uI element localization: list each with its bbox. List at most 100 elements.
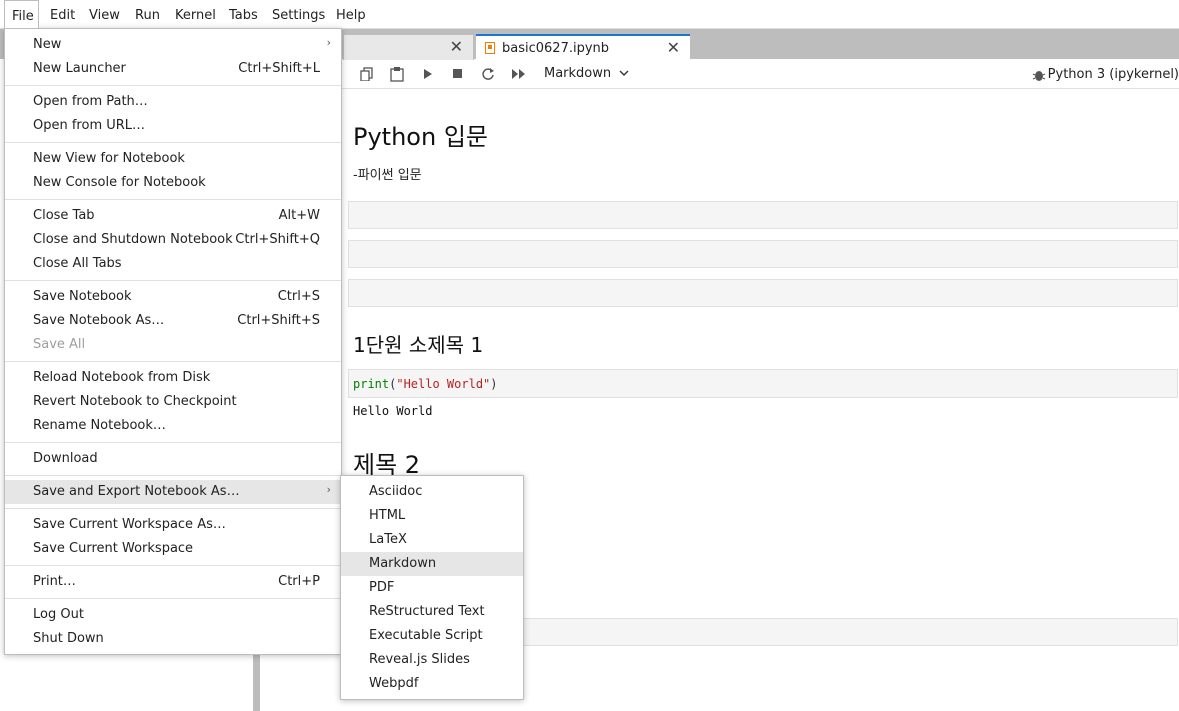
menu-item-label: Log Out: [33, 607, 84, 622]
tab-inactive[interactable]: ✕: [343, 34, 474, 60]
run-icon[interactable]: [423, 69, 433, 79]
close-icon[interactable]: ✕: [450, 37, 463, 56]
fast-forward-icon[interactable]: [512, 69, 526, 79]
menu-bar: File Edit View Run Kernel Tabs Settings …: [0, 0, 1179, 29]
chevron-right-icon: ›: [326, 36, 331, 49]
cell-type-dropdown[interactable]: Markdown: [544, 66, 629, 81]
menu-item-new-launcher[interactable]: New Launcher Ctrl+Shift+L: [5, 57, 341, 81]
menu-separator: [5, 598, 341, 599]
menu-separator: [5, 475, 341, 476]
menu-item-label: Rename Notebook…: [33, 418, 166, 433]
menu-item-label: Revert Notebook to Checkpoint: [33, 394, 237, 409]
menu-separator: [5, 508, 341, 509]
submenu-item-label: Asciidoc: [369, 484, 423, 499]
menu-separator: [5, 142, 341, 143]
tab-title: basic0627.ipynb: [502, 41, 610, 56]
menu-separator: [5, 280, 341, 281]
menu-item-new-console[interactable]: New Console for Notebook: [5, 171, 341, 195]
menu-item-new-view[interactable]: New View for Notebook: [5, 147, 341, 171]
menu-item-close-tab[interactable]: Close Tab Alt+W: [5, 204, 341, 228]
menu-item-label: New View for Notebook: [33, 151, 185, 166]
menu-item-download[interactable]: Download: [5, 447, 341, 471]
menu-run[interactable]: Run: [135, 0, 160, 28]
restart-icon[interactable]: [481, 67, 495, 81]
export-submenu: Asciidoc HTML LaTeX Markdown PDF ReStruc…: [340, 475, 524, 700]
cell-output: Hello World: [353, 404, 433, 418]
bug-icon[interactable]: [1032, 68, 1046, 82]
menu-settings[interactable]: Settings: [272, 0, 325, 28]
menu-item-label: New Launcher: [33, 61, 126, 76]
export-item-revealjs-slides[interactable]: Reveal.js Slides: [341, 648, 523, 672]
menu-file[interactable]: File: [4, 0, 39, 28]
menu-item-label: New Console for Notebook: [33, 175, 206, 190]
menu-separator: [5, 199, 341, 200]
submenu-item-label: Webpdf: [369, 676, 419, 691]
menu-item-save-workspace-as[interactable]: Save Current Workspace As…: [5, 513, 341, 537]
menu-separator: [5, 361, 341, 362]
menu-item-save-and-export[interactable]: Save and Export Notebook As… ›: [5, 480, 341, 504]
menu-kernel[interactable]: Kernel: [175, 0, 216, 28]
menu-item-label: Save Notebook As…: [33, 313, 165, 328]
empty-code-cell[interactable]: [348, 201, 1178, 229]
menu-item-shut-down[interactable]: Shut Down: [5, 627, 341, 651]
menu-item-close-and-shutdown[interactable]: Close and Shutdown Notebook Ctrl+Shift+Q: [5, 228, 341, 252]
submenu-item-label: HTML: [369, 508, 406, 523]
export-item-markdown[interactable]: Markdown: [341, 552, 523, 576]
file-menu-dropdown: New › New Launcher Ctrl+Shift+L Open fro…: [4, 28, 342, 655]
menu-item-shortcut: Ctrl+S: [277, 289, 320, 304]
menu-item-label: Close and Shutdown Notebook: [33, 232, 233, 247]
menu-item-save-notebook[interactable]: Save Notebook Ctrl+S: [5, 285, 341, 309]
export-item-asciidoc[interactable]: Asciidoc: [341, 480, 523, 504]
export-item-executable-script[interactable]: Executable Script: [341, 624, 523, 648]
markdown-paragraph: -파이썬 입문: [353, 168, 422, 183]
menu-tabs[interactable]: Tabs: [229, 0, 258, 28]
stop-icon[interactable]: [453, 69, 463, 79]
empty-code-cell[interactable]: [348, 240, 1178, 268]
menu-item-save-notebook-as[interactable]: Save Notebook As… Ctrl+Shift+S: [5, 309, 341, 333]
menu-item-label: Close Tab: [33, 208, 95, 223]
menu-separator: [5, 85, 341, 86]
menu-item-label: Close All Tabs: [33, 256, 122, 271]
menu-edit[interactable]: Edit: [50, 0, 75, 28]
menu-item-label: Open from Path…: [33, 94, 148, 109]
tab-notebook[interactable]: basic0627.ipynb ✕: [476, 34, 690, 60]
menu-item-reload-notebook[interactable]: Reload Notebook from Disk: [5, 366, 341, 390]
code-string: "Hello World": [396, 377, 491, 391]
close-icon[interactable]: ✕: [667, 38, 680, 57]
menu-item-revert-notebook[interactable]: Revert Notebook to Checkpoint: [5, 390, 341, 414]
menu-item-close-all-tabs[interactable]: Close All Tabs: [5, 252, 341, 276]
menu-item-label: Save and Export Notebook As…: [33, 484, 240, 499]
menu-item-label: Download: [33, 451, 98, 466]
code-keyword: print: [353, 377, 390, 391]
submenu-item-label: Executable Script: [369, 628, 483, 643]
menu-item-save-workspace[interactable]: Save Current Workspace: [5, 537, 341, 561]
export-item-latex[interactable]: LaTeX: [341, 528, 523, 552]
export-item-webpdf[interactable]: Webpdf: [341, 672, 523, 696]
menu-view[interactable]: View: [89, 0, 120, 28]
menu-item-log-out[interactable]: Log Out: [5, 603, 341, 627]
export-item-pdf[interactable]: PDF: [341, 576, 523, 600]
menu-separator: [5, 442, 341, 443]
menu-item-print[interactable]: Print… Ctrl+P: [5, 570, 341, 594]
submenu-item-label: Markdown: [369, 556, 437, 571]
code-cell[interactable]: print("Hello World"): [348, 369, 1178, 398]
menu-item-new[interactable]: New ›: [5, 33, 341, 57]
kernel-status[interactable]: Python 3 (ipykernel): [1048, 67, 1179, 82]
menu-item-shortcut: Ctrl+Shift+S: [237, 313, 320, 328]
menu-item-shortcut: Ctrl+Shift+Q: [235, 232, 320, 247]
menu-item-open-from-path[interactable]: Open from Path…: [5, 90, 341, 114]
menu-item-open-from-url[interactable]: Open from URL…: [5, 114, 341, 138]
menu-item-rename-notebook[interactable]: Rename Notebook…: [5, 414, 341, 438]
code-paren: ): [490, 377, 498, 391]
export-item-html[interactable]: HTML: [341, 504, 523, 528]
menu-item-label: Open from URL…: [33, 118, 146, 133]
notebook-toolbar: Markdown Python 3 (ipykernel): [260, 60, 1179, 89]
export-item-restructured-text[interactable]: ReStructured Text: [341, 600, 523, 624]
menu-item-shortcut: Ctrl+P: [278, 574, 320, 589]
menu-help[interactable]: Help: [336, 0, 366, 28]
copy-icon[interactable]: [360, 67, 374, 81]
menu-item-label: Reload Notebook from Disk: [33, 370, 211, 385]
paste-icon[interactable]: [390, 66, 404, 82]
empty-code-cell[interactable]: [348, 279, 1178, 307]
menu-separator: [5, 565, 341, 566]
